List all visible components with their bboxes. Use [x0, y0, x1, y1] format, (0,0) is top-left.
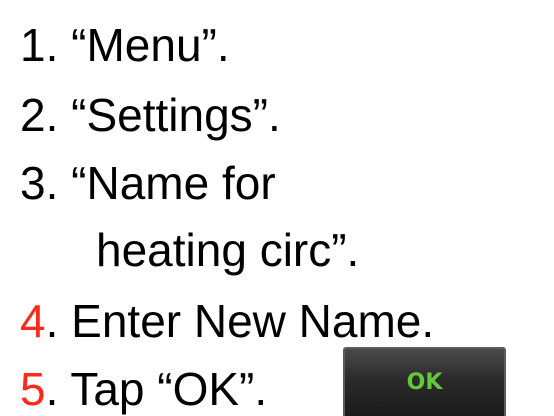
step-2-text: “Settings”.	[58, 89, 281, 141]
step-4-period: .	[45, 295, 59, 347]
step-3-continuation: heating circ”.	[96, 227, 359, 273]
step-2-number: 2.	[20, 89, 59, 141]
step-5: 5. Tap “OK”.	[20, 366, 267, 412]
step-3-text: “Name for	[58, 157, 276, 209]
step-5-text: Tap “OK”.	[58, 363, 268, 415]
ok-button-label: OK	[406, 370, 443, 395]
ok-button[interactable]: OK	[343, 347, 506, 416]
step-3: 3. “Name for	[20, 160, 276, 206]
step-5-period: .	[45, 363, 59, 415]
step-1: 1. “Menu”.	[20, 22, 230, 68]
step-4-number: 4	[20, 295, 46, 347]
step-1-text: “Menu”.	[58, 19, 230, 71]
step-3-continuation-text: heating circ”.	[96, 224, 360, 276]
step-4: 4. Enter New Name.	[20, 298, 434, 344]
step-5-number: 5	[20, 363, 46, 415]
step-1-number: 1.	[20, 19, 59, 71]
step-2: 2. “Settings”.	[20, 92, 281, 138]
step-3-number: 3.	[20, 157, 59, 209]
step-4-text: Enter New Name.	[58, 295, 435, 347]
